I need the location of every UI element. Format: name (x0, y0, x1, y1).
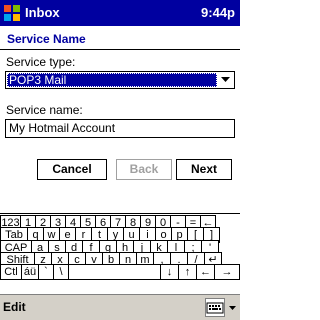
header-divider (0, 49, 240, 50)
keyboard-icon[interactable] (205, 298, 225, 317)
app-title: Inbox (25, 5, 60, 20)
back-button[interactable]: Back (116, 159, 172, 180)
windows-start-icon[interactable] (3, 4, 21, 22)
edit-menu[interactable]: Edit (3, 300, 26, 314)
next-button[interactable]: Next (176, 159, 232, 180)
service-type-label: Service type: (6, 55, 76, 69)
service-name-input[interactable]: My Hotmail Account (5, 119, 235, 138)
key-row5-0[interactable]: Ctl (0, 264, 22, 280)
key-row5-4[interactable]: ↓ (160, 264, 179, 280)
dropdown-arrow-icon[interactable] (218, 73, 233, 87)
service-name-label: Service name: (6, 103, 83, 117)
key-row5-2[interactable]: ` (38, 264, 54, 280)
spacebar[interactable] (68, 264, 161, 280)
service-type-dropdown[interactable]: POP3 Mail (5, 71, 235, 89)
key-row5-3[interactable]: \ (53, 264, 69, 280)
service-type-value: POP3 Mail (7, 73, 217, 87)
cancel-button[interactable]: Cancel (37, 159, 107, 180)
page-title: Service Name (7, 32, 86, 46)
key-row5-6[interactable]: ← (196, 264, 215, 280)
menu-bar: Edit (0, 294, 240, 320)
soft-keyboard: 123 1 2 3 4 5 6 7 8 9 0- = ← Tab q w e r t y u i o p[] CAP a s d f g h… (0, 213, 240, 280)
title-bar: Inbox 9:44p (0, 0, 240, 26)
key-row5-7[interactable]: → (214, 264, 240, 280)
input-selector-arrow-icon[interactable] (227, 298, 238, 317)
clock[interactable]: 9:44p (201, 5, 235, 20)
key-row5-1[interactable]: áü (21, 264, 39, 280)
key-row5-5[interactable]: ↑ (178, 264, 197, 280)
